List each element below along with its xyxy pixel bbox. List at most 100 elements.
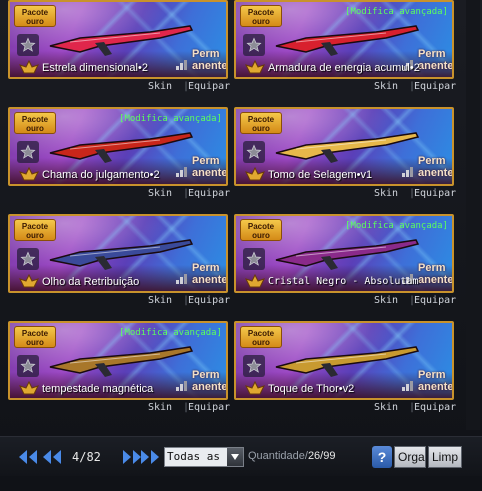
item-name: Estrela dimensional•2 — [42, 62, 148, 74]
item-thumbnail[interactable]: Pacote ouro [Modifica avançada] Perm ane… — [234, 0, 454, 79]
skin-button[interactable]: Skin — [148, 188, 172, 199]
help-button[interactable]: ? — [372, 446, 392, 468]
item-name: Cristal Negro - Absolutam — [268, 276, 419, 287]
item-actions: Skin | Equipar — [8, 80, 230, 96]
item-card[interactable]: Pacote ouro [Modifica avançada] Perm ane… — [232, 0, 456, 100]
item-name: Tomo de Selagem•v1 — [268, 169, 373, 181]
item-thumbnail[interactable]: Pacote ouro Perm anente Toque de Thor•v2 — [234, 321, 454, 400]
badge-text: Pacote ouro — [21, 329, 49, 347]
modification-label: [Modifica avançada] — [345, 7, 448, 17]
gold-pack-badge: Pacote ouro — [14, 219, 56, 241]
weapon-image — [49, 239, 194, 270]
favorite-star-icon[interactable] — [17, 248, 39, 270]
equip-button[interactable]: Equipar — [188, 188, 230, 199]
skin-button[interactable]: Skin — [374, 81, 398, 92]
permanent-label: Perm anente — [192, 48, 228, 72]
permanent-label: Perm anente — [418, 155, 454, 179]
equip-button[interactable]: Equipar — [414, 295, 456, 306]
badge-text: Pacote ouro — [247, 8, 275, 26]
gold-pack-badge: Pacote ouro — [240, 326, 282, 348]
gold-pack-badge: Pacote ouro — [240, 112, 282, 134]
rank-emblem-icon — [19, 273, 39, 288]
chevron-down-icon[interactable] — [227, 448, 243, 466]
permanent-label: Perm anente — [192, 262, 228, 286]
favorite-star-icon[interactable] — [17, 34, 39, 56]
permanent-label: Perm anente — [418, 369, 454, 393]
item-actions: Skin | Equipar — [8, 401, 230, 417]
item-card[interactable]: Pacote ouro [Modifica avançada] Perm ane… — [6, 107, 230, 207]
rank-emblem-icon — [245, 273, 265, 288]
favorite-star-icon[interactable] — [17, 141, 39, 163]
weapon-image — [49, 132, 194, 163]
prev-page-icon[interactable] — [40, 447, 64, 467]
item-thumbnail[interactable]: Pacote ouro [Modifica avançada] Perm ane… — [8, 321, 228, 400]
rank-emblem-icon — [19, 380, 39, 395]
page-indicator: 4/82 — [72, 450, 101, 464]
equip-button[interactable]: Equipar — [414, 188, 456, 199]
skin-button[interactable]: Skin — [148, 295, 172, 306]
weapon-image — [275, 239, 420, 270]
item-thumbnail[interactable]: Pacote ouro Perm anente Tomo de Selagem•… — [234, 107, 454, 186]
quantity-label-text: Quantidade/ — [248, 450, 308, 462]
weapon-image — [275, 25, 420, 56]
equip-button[interactable]: Equipar — [414, 81, 456, 92]
badge-text: Pacote ouro — [21, 222, 49, 240]
skin-button[interactable]: Skin — [374, 295, 398, 306]
item-name: Olho da Retribuição — [42, 276, 140, 288]
weapon-image — [275, 346, 420, 377]
badge-text: Pacote ouro — [21, 115, 49, 133]
signal-bars-icon — [402, 381, 413, 391]
gold-pack-badge: Pacote ouro — [14, 5, 56, 27]
gold-pack-badge: Pacote ouro — [240, 219, 282, 241]
weapon-image — [49, 25, 194, 56]
favorite-star-icon[interactable] — [243, 141, 265, 163]
rank-emblem-icon — [19, 59, 39, 74]
item-card[interactable]: Pacote ouro Perm anente Olho da Retribui… — [6, 214, 230, 314]
footer-bar: 4/82 Todas as c Quantidade/26/99 ? Orga … — [0, 436, 482, 476]
skin-button[interactable]: Skin — [148, 81, 172, 92]
permanent-label: Perm anente — [418, 48, 454, 72]
favorite-star-icon[interactable] — [243, 355, 265, 377]
item-thumbnail[interactable]: Pacote ouro Perm anente Olho da Retribui… — [8, 214, 228, 293]
item-actions: Skin | Equipar — [234, 294, 456, 310]
skin-button[interactable]: Skin — [374, 402, 398, 413]
signal-bars-icon — [176, 274, 187, 284]
organize-button[interactable]: Orga — [394, 446, 426, 468]
gold-pack-badge: Pacote ouro — [14, 112, 56, 134]
equip-button[interactable]: Equipar — [188, 295, 230, 306]
weapon-image — [275, 132, 420, 163]
skin-button[interactable]: Skin — [148, 402, 172, 413]
scrollbar[interactable] — [466, 0, 480, 430]
favorite-star-icon[interactable] — [17, 355, 39, 377]
equip-button[interactable]: Equipar — [414, 402, 456, 413]
rank-emblem-icon — [245, 166, 265, 181]
clear-button[interactable]: Limp — [428, 446, 462, 468]
item-card[interactable]: Pacote ouro [Modifica avançada] Perm ane… — [232, 214, 456, 314]
favorite-star-icon[interactable] — [243, 248, 265, 270]
modification-label: [Modifica avançada] — [119, 114, 222, 124]
rank-emblem-icon — [245, 380, 265, 395]
item-thumbnail[interactable]: Pacote ouro [Modifica avançada] Perm ane… — [8, 107, 228, 186]
rank-emblem-icon — [245, 59, 265, 74]
gold-pack-badge: Pacote ouro — [240, 5, 282, 27]
equip-button[interactable]: Equipar — [188, 81, 230, 92]
item-actions: Skin | Equipar — [8, 187, 230, 203]
item-thumbnail[interactable]: Pacote ouro [Modifica avançada] Perm ane… — [234, 214, 454, 293]
favorite-star-icon[interactable] — [243, 34, 265, 56]
item-thumbnail[interactable]: Pacote ouro Perm anente Estrela dimensio… — [8, 0, 228, 79]
signal-bars-icon — [176, 381, 187, 391]
item-actions: Skin | Equipar — [8, 294, 230, 310]
item-card[interactable]: Pacote ouro Perm anente Estrela dimensio… — [6, 0, 230, 100]
permanent-label: Perm anente — [192, 369, 228, 393]
last-page-icon[interactable] — [138, 447, 162, 467]
first-page-icon[interactable] — [16, 447, 40, 467]
skin-button[interactable]: Skin — [374, 188, 398, 199]
item-card[interactable]: Pacote ouro [Modifica avançada] Perm ane… — [6, 321, 230, 421]
item-card[interactable]: Pacote ouro Perm anente Tomo de Selagem•… — [232, 107, 456, 207]
category-filter-select[interactable]: Todas as c — [164, 447, 244, 467]
item-actions: Skin | Equipar — [234, 401, 456, 417]
modification-label: [Modifica avançada] — [345, 221, 448, 231]
equip-button[interactable]: Equipar — [188, 402, 230, 413]
item-card[interactable]: Pacote ouro Perm anente Toque de Thor•v2… — [232, 321, 456, 421]
item-name: tempestade magnética — [42, 383, 154, 395]
